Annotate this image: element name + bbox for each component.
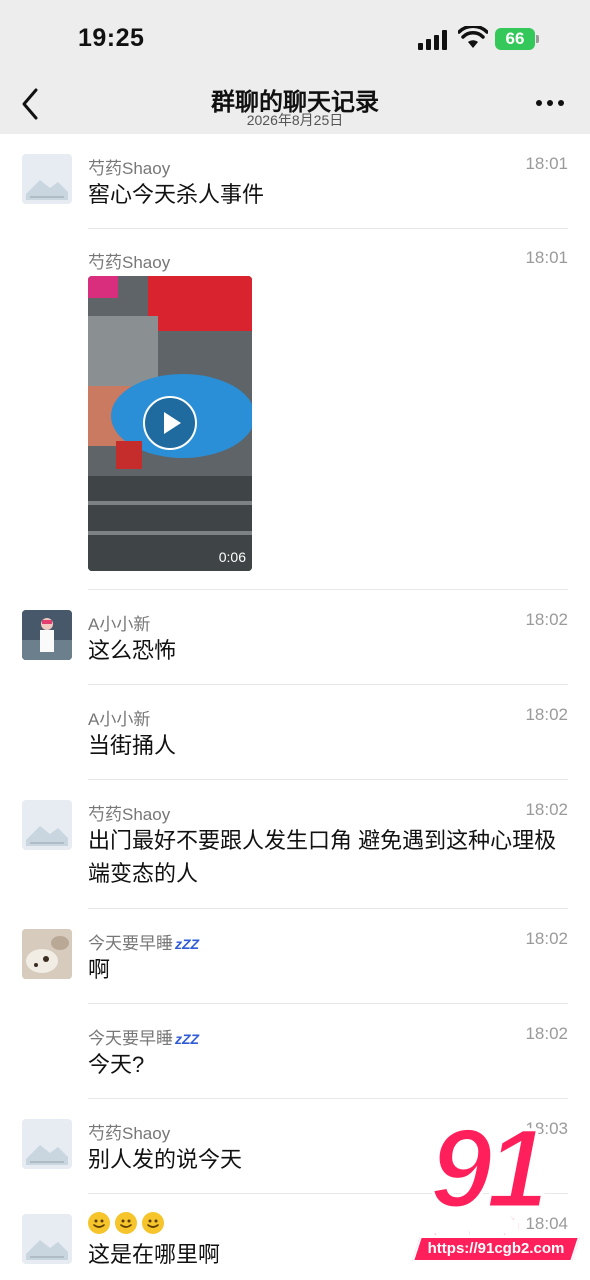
play-button[interactable] xyxy=(143,396,197,450)
divider xyxy=(88,1098,568,1099)
wifi-icon xyxy=(458,26,488,48)
watermark-logo: 91 吃瓜中心 https://91cgb2.com xyxy=(408,1105,590,1276)
play-icon xyxy=(164,412,181,434)
divider xyxy=(88,228,568,229)
battery-icon: 66 xyxy=(495,28,539,50)
sender-name: 芍药Shaoy xyxy=(88,159,171,178)
video-thumbnail[interactable]: 0:06 xyxy=(88,276,252,571)
smile-emoji-icon xyxy=(142,1212,164,1234)
message-time: 18:01 xyxy=(525,154,568,173)
battery-level: 66 xyxy=(495,28,535,50)
message-time: 18:02 xyxy=(525,929,568,948)
divider xyxy=(88,1003,568,1004)
page-subtitle-date: 2026年8月25日 xyxy=(246,112,344,128)
sender-name: 芍药Shaoy xyxy=(88,253,171,272)
avatar[interactable] xyxy=(22,929,72,979)
sender-name xyxy=(88,1212,169,1234)
divider xyxy=(88,684,568,685)
message-text: 窖心今天杀人事件 xyxy=(88,182,265,207)
sender-name: A小小新 xyxy=(88,710,151,729)
avatar[interactable] xyxy=(22,1119,72,1169)
top-bar: 19:25 66 群聊的聊天记录 2026年8月25日 xyxy=(0,0,590,134)
smile-emoji-icon xyxy=(115,1212,137,1234)
sender-name: 芍药Shaoy xyxy=(88,805,171,824)
sender-name-text: 今天要早睡 xyxy=(88,1029,173,1048)
sender-name: 今天要早睡 zZZ xyxy=(88,1024,199,1049)
status-time: 19:25 xyxy=(78,24,145,52)
sender-name-text: 今天要早睡 xyxy=(88,934,173,953)
watermark-url: https://91cgb2.com xyxy=(427,1240,565,1257)
more-options-button[interactable] xyxy=(534,100,566,108)
sender-name: A小小新 xyxy=(88,615,151,634)
avatar[interactable] xyxy=(22,610,72,660)
divider xyxy=(88,589,568,590)
divider xyxy=(88,779,568,780)
sleep-zzz-icon: zZZ xyxy=(175,1031,200,1047)
message-time: 18:02 xyxy=(525,705,568,724)
message-time: 18:01 xyxy=(525,248,568,267)
message-time: 18:02 xyxy=(525,800,568,819)
message-time: 18:02 xyxy=(525,1024,568,1043)
watermark-url-badge: https://91cgb2.com xyxy=(411,1236,581,1262)
video-duration: 0:06 xyxy=(218,549,246,565)
avatar[interactable] xyxy=(22,1214,72,1264)
sleep-zzz-icon: zZZ xyxy=(175,936,200,952)
message-text: 今天? xyxy=(88,1052,145,1077)
sender-name: 芍药Shaoy xyxy=(88,1124,171,1143)
message-text: 当街捅人 xyxy=(88,733,177,758)
message-text: 啊 xyxy=(88,957,111,982)
divider xyxy=(88,908,568,909)
message-text: 这么恐怖 xyxy=(88,638,177,663)
avatar[interactable] xyxy=(22,154,72,204)
avatar[interactable] xyxy=(22,800,72,850)
sender-name: 今天要早睡 zZZ xyxy=(88,929,199,954)
message-time: 18:02 xyxy=(525,610,568,629)
cellular-signal-icon xyxy=(418,30,450,50)
smile-emoji-icon xyxy=(88,1212,110,1234)
message-text: 出门最好不要跟人发生口角 避免遇到这种心理极端变态的人 xyxy=(88,828,557,886)
